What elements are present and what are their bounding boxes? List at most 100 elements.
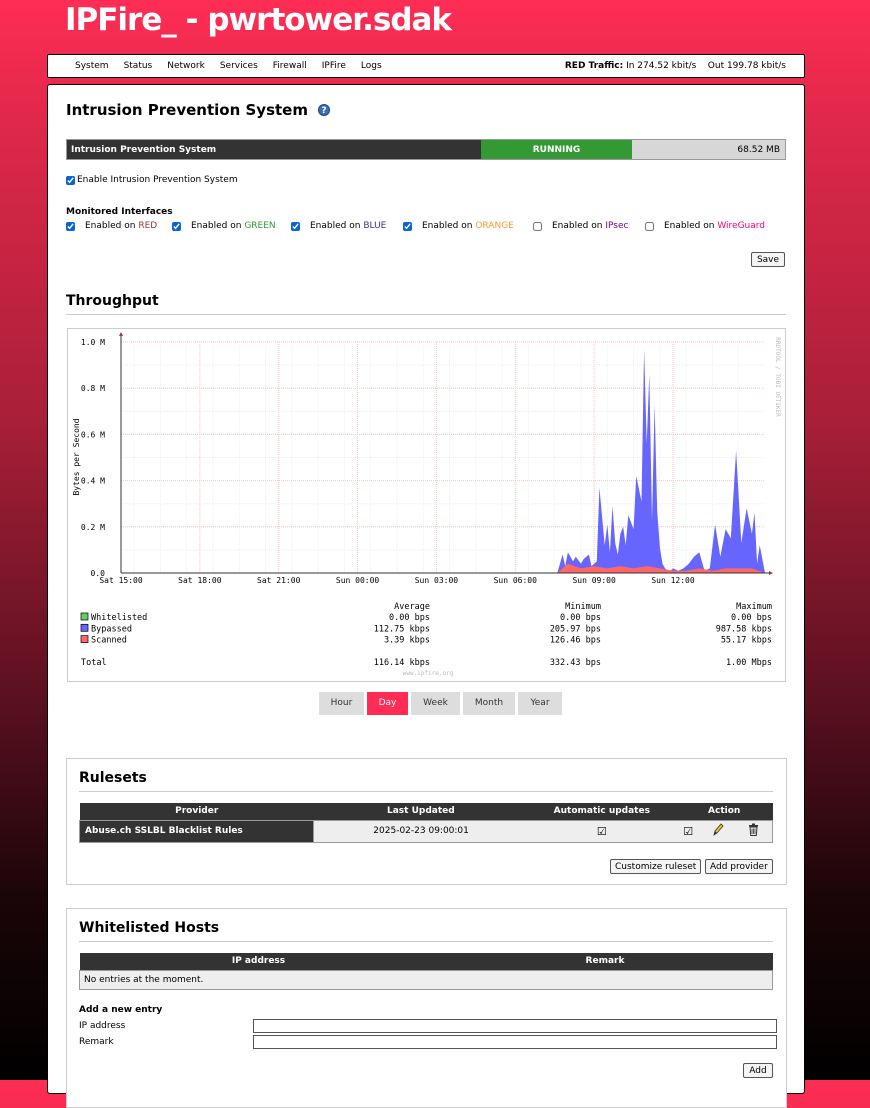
traffic-out: Out 199.78 kbit/s (707, 61, 786, 71)
delete-ruleset-button[interactable] (735, 819, 774, 843)
enable-ips-label: Enable Intrusion Prevention System (77, 175, 238, 185)
interface-orange-option: Enabled on ORANGE (403, 221, 533, 231)
page-title-text: Intrusion Prevention System (66, 101, 308, 119)
whitelist-divider (79, 941, 773, 942)
period-week-button[interactable]: Week (411, 692, 460, 715)
app-title: IPFire_ - pwrtower.sdak (65, 2, 452, 38)
col-automatic-updates: Automatic updates (527, 803, 676, 820)
service-name: Intrusion Prevention System (67, 140, 481, 159)
ip-address-label: IP address (79, 1021, 126, 1031)
x-tick-label: Sat 18:00 (178, 576, 222, 585)
col-last-updated: Last Updated (313, 803, 528, 820)
interface-label: Enabled on IPsec (552, 221, 628, 231)
interface-ipsec-option: Enabled on IPsec (533, 221, 645, 231)
remark-label: Remark (79, 1037, 114, 1047)
interface-ipsec-checkbox[interactable] (533, 221, 542, 231)
add-provider-button[interactable]: Add provider (705, 859, 773, 874)
interface-green-checkbox[interactable] (172, 221, 181, 231)
interface-zone-name: WireGuard (717, 221, 766, 231)
red-traffic-label: RED Traffic: (564, 61, 624, 71)
legend-header: Maximum (736, 602, 772, 612)
nav-system[interactable]: System (75, 61, 109, 71)
nav-network[interactable]: Network (167, 61, 205, 71)
legend-average: 112.75 kbps (374, 624, 430, 634)
x-axis-arrow (769, 571, 773, 575)
rulesets-section: Rulesets Provider Last Updated Automatic… (66, 758, 787, 885)
enable-ips-row: Enable Intrusion Prevention System (66, 175, 238, 185)
auto-update-checkbox[interactable]: ☑ (527, 819, 676, 843)
legend-minimum: 0.00 bps (560, 613, 601, 623)
interface-zone-name: BLUE (363, 221, 387, 231)
x-tick-label: Sat 21:00 (257, 576, 301, 585)
interface-label: Enabled on GREEN (191, 221, 276, 231)
nav-firewall[interactable]: Firewall (273, 61, 307, 71)
legend-series-name: Bypassed (91, 624, 132, 634)
checkbox-checked-icon: ☑ (683, 824, 694, 838)
legend-maximum: 55.17 kbps (721, 636, 772, 646)
ruleset-enable-toggle[interactable]: ☑ (675, 819, 701, 843)
customize-ruleset-button[interactable]: Customize ruleset (610, 859, 702, 874)
enable-ips-checkbox[interactable] (66, 175, 75, 185)
interface-wireguard-checkbox[interactable] (645, 221, 654, 231)
interface-green-option: Enabled on GREEN (172, 221, 291, 231)
add-entry-title: Add a new entry (79, 1005, 163, 1015)
nav-ipfire[interactable]: IPFire (322, 61, 346, 71)
nav-status[interactable]: Status (124, 61, 153, 71)
page-title: Intrusion Prevention System ? (66, 101, 330, 119)
interface-zone-name: IPsec (605, 221, 629, 231)
remark-input[interactable] (253, 1035, 777, 1049)
col-provider: Provider (79, 803, 314, 820)
throughput-chart-svg: 0.00.2 M0.4 M0.6 M0.8 M1.0 MSat 15:00 Sat… (72, 332, 781, 677)
interface-label: Enabled on RED (85, 221, 157, 231)
interface-blue-checkbox[interactable] (291, 221, 300, 231)
legend-minimum: 126.46 bps (550, 636, 601, 646)
ip-address-input[interactable] (253, 1019, 777, 1033)
interface-blue-option: Enabled on BLUE (291, 221, 403, 231)
table-row: No entries at the moment. (79, 969, 773, 990)
pencil-icon (713, 823, 724, 836)
period-selector: Hour Day Week Month Year (319, 692, 565, 715)
ruleset-provider: Abuse.ch SSLBL Blacklist Rules (78, 819, 315, 843)
period-hour-button[interactable]: Hour (319, 692, 364, 715)
interface-zone-name: GREEN (244, 221, 276, 231)
edit-ruleset-button[interactable] (700, 819, 736, 843)
col-ip-address: IP address (79, 953, 438, 970)
whitelisted-hosts-section: Whitelisted Hosts IP address Remark No e… (66, 908, 787, 1108)
period-day-button[interactable]: Day (367, 692, 408, 715)
y-tick-label: 1.0 M (81, 338, 105, 347)
legend-header: Minimum (565, 602, 601, 612)
graph-footer-credit: www.ipfire.org (403, 670, 454, 677)
rulesets-title: Rulesets (79, 770, 147, 786)
save-button[interactable]: Save (751, 252, 785, 267)
rrdtool-credit: RRDTOOL / TOBI OETIKER (774, 337, 781, 417)
col-remark: Remark (437, 953, 773, 970)
nav-services[interactable]: Services (220, 61, 258, 71)
x-tick-label: Sun 06:00 (494, 576, 538, 585)
interface-red-checkbox[interactable] (66, 221, 75, 231)
interface-label: Enabled on BLUE (310, 221, 386, 231)
interface-label: Enabled on WireGuard (664, 221, 765, 231)
interface-orange-checkbox[interactable] (403, 221, 412, 231)
help-icon[interactable]: ? (317, 104, 330, 116)
interface-prefix: Enabled on (664, 221, 715, 231)
monitored-interfaces-list: Enabled on RED Enabled on GREEN Enabled on… (66, 221, 765, 231)
nav-logs[interactable]: Logs (361, 61, 382, 71)
service-state-badge: RUNNING (481, 140, 632, 159)
legend-total-maximum: 1.00 Mbps (726, 658, 772, 668)
add-whitelist-button[interactable]: Add (743, 1063, 773, 1078)
period-year-button[interactable]: Year (518, 692, 562, 715)
interface-zone-name: RED (138, 221, 158, 231)
legend-maximum: 987.58 kbps (716, 624, 772, 634)
legend-total-average: 116.14 kbps (374, 658, 430, 668)
legend-average: 0.00 bps (389, 613, 430, 623)
top-navbar: System Status Network Services Firewall … (47, 54, 805, 78)
throughput-divider (66, 314, 786, 315)
interface-red-option: Enabled on RED (66, 221, 172, 231)
whitelist-table: IP address Remark No entries at the mome… (79, 953, 773, 990)
legend-swatch-scanned (80, 635, 89, 643)
main-panel: Intrusion Prevention System ? Intrusion … (47, 84, 805, 1108)
whitelist-empty-message: No entries at the moment. (79, 969, 773, 990)
y-tick-label: 0.6 M (81, 430, 105, 439)
period-month-button[interactable]: Month (463, 692, 515, 715)
interface-prefix: Enabled on (191, 221, 242, 231)
